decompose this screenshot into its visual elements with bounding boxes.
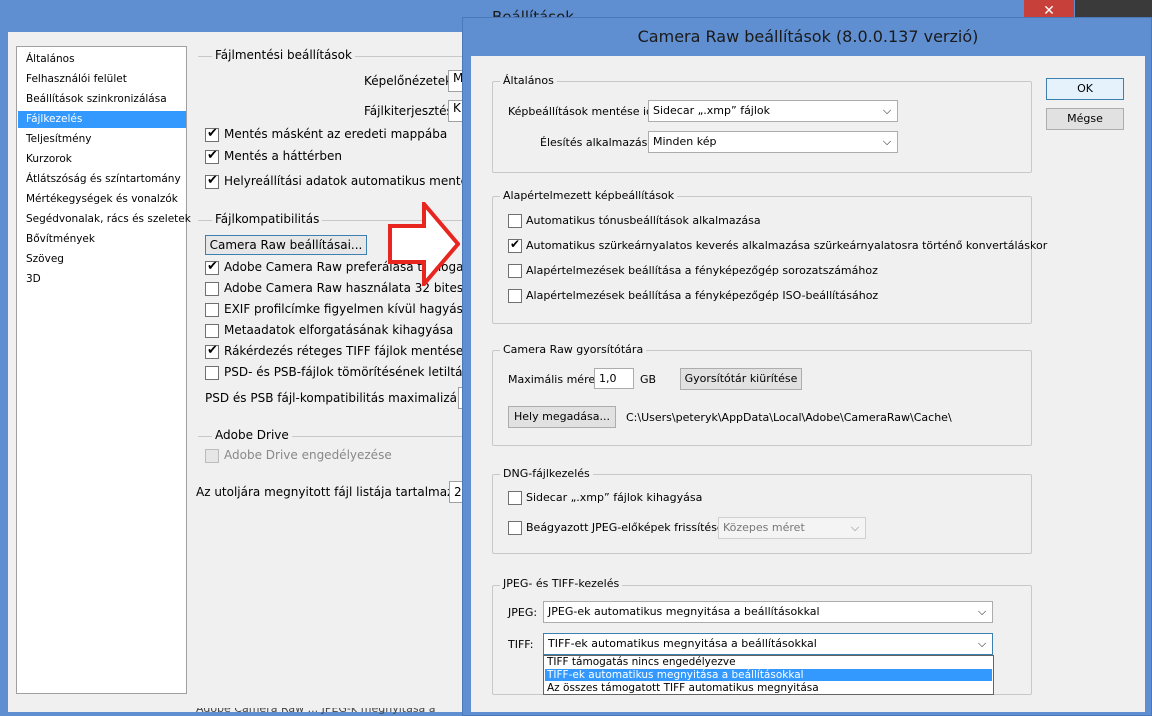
- defaults-legend: Alapértelmezett képbeállítások: [500, 189, 678, 202]
- save-background-checkbox[interactable]: [205, 148, 219, 164]
- category-item-selected[interactable]: Fájlkezelés: [18, 111, 186, 128]
- recent-files-label: Az utoljára megnyitott fájl listája tart…: [196, 485, 479, 499]
- ok-button[interactable]: OK: [1046, 78, 1124, 100]
- tiff-option[interactable]: Az összes támogatott TIFF automatikus me…: [545, 682, 992, 694]
- adobe-drive-label: Adobe Drive engedélyezése: [224, 448, 392, 462]
- cache-legend: Camera Raw gyorsítótára: [500, 343, 647, 356]
- ask-layered-tiff-label: Rákérdezés réteges TIFF fájlok mentése e…: [224, 344, 462, 358]
- tiff-handling-select[interactable]: TIFF-ek automatikus megnyitása a beállít…: [543, 633, 993, 655]
- chevron-down-icon: ⌵: [977, 637, 987, 650]
- category-item[interactable]: Szöveg: [18, 251, 186, 268]
- auto-grayscale-checkbox[interactable]: [508, 237, 522, 253]
- category-item[interactable]: Mértékegységek és vonalzók: [18, 191, 186, 208]
- chevron-down-icon: ⌵: [882, 135, 892, 148]
- jpeg-tiff-legend: JPEG- és TIFF-kezelés: [500, 577, 623, 590]
- category-item[interactable]: Kurzorok: [18, 151, 186, 168]
- maximize-compat-label: PSD és PSB fájl-kompatibilitás maximaliz…: [205, 391, 486, 405]
- general-legend: Általános: [500, 74, 557, 87]
- ignore-rotation-label: Metaadatok elforgatásának kihagyása: [224, 323, 454, 337]
- category-item[interactable]: Felhasználói felület: [18, 71, 186, 88]
- file-save-legend: Fájlmentési beállítások: [212, 48, 355, 62]
- category-list: Általános Felhasználói felület Beállítás…: [16, 46, 191, 694]
- category-item[interactable]: 3D: [18, 271, 186, 288]
- chevron-down-icon: ⌵: [977, 605, 987, 618]
- adobe-drive-checkbox[interactable]: [205, 449, 219, 463]
- camera-iso-checkbox[interactable]: [508, 289, 522, 303]
- ignore-sidecar-checkbox[interactable]: [508, 491, 522, 505]
- tiff-option-selected[interactable]: TIFF-ek automatikus megnyitása a beállít…: [545, 669, 992, 681]
- tiff-option[interactable]: TIFF támogatás nincs engedélyezve: [545, 656, 992, 668]
- save-original-folder-checkbox[interactable]: [205, 126, 219, 142]
- update-jpeg-previews-checkbox[interactable]: [508, 521, 522, 535]
- category-item[interactable]: Általános: [18, 51, 186, 68]
- dialog-title: Camera Raw beállítások (8.0.0.137 verzió…: [637, 27, 979, 46]
- max-size-input[interactable]: 1,0: [594, 368, 634, 389]
- dng-group: [492, 474, 1032, 554]
- save-original-folder-label: Mentés másként az eredeti mappába: [224, 127, 448, 141]
- select-location-button[interactable]: Hely megadása...: [508, 406, 616, 428]
- save-settings-label: Képbeállítások mentése ide:: [508, 105, 664, 118]
- save-background-label: Mentés a háttérben: [224, 149, 342, 163]
- red-arrow-icon: [388, 202, 460, 286]
- ignore-sidecar-label: Sidecar „.xmp” fájlok kihagyása: [526, 491, 703, 504]
- purge-cache-button[interactable]: Gyorsítótár kiürítése: [680, 368, 802, 390]
- save-settings-select[interactable]: Sidecar „.xmp” fájlok ⌵: [648, 100, 898, 122]
- cache-path: C:\Users\peteryk\AppData\Local\Adobe\Cam…: [626, 411, 952, 424]
- jpeg-label: JPEG:: [508, 606, 538, 619]
- tiff-options-dropdown: TIFF támogatás nincs engedélyezve TIFF-e…: [543, 655, 994, 695]
- dng-legend: DNG-fájlkezelés: [500, 467, 593, 480]
- camera-serial-checkbox[interactable]: [508, 264, 522, 278]
- category-item[interactable]: Segédvonalak, rács és szeletek: [18, 211, 191, 228]
- sharpen-label: Élesítés alkalmazása:: [540, 136, 658, 149]
- tiff-label: TIFF:: [508, 638, 534, 651]
- ignore-exif-label: EXIF profilcímke figyelmen kívül hagyása: [224, 302, 471, 316]
- prefer-acr-checkbox[interactable]: [205, 259, 219, 275]
- category-item[interactable]: Teljesítmény: [18, 131, 186, 148]
- cancel-button[interactable]: Mégse: [1046, 108, 1124, 130]
- preview-size-select[interactable]: Közepes méret ⌵: [718, 517, 866, 539]
- auto-tone-label: Automatikus tónusbeállítások alkalmazása: [526, 214, 761, 227]
- chevron-down-icon: ⌵: [882, 104, 892, 117]
- preview-label: Képelőnézetek:: [364, 74, 457, 88]
- auto-recovery-checkbox[interactable]: [205, 173, 219, 189]
- category-item[interactable]: Bővítmények: [18, 231, 186, 248]
- extension-label: Fájlkiterjesztés:: [364, 104, 457, 118]
- auto-grayscale-label: Automatikus szürkeárnyalatos keverés alk…: [526, 239, 1048, 252]
- auto-tone-checkbox[interactable]: [508, 214, 522, 228]
- disable-compression-checkbox[interactable]: [205, 366, 219, 380]
- update-jpeg-previews-label: Beágyazott JPEG-előképek frissítése:: [526, 521, 728, 534]
- ignore-exif-checkbox[interactable]: [205, 303, 219, 317]
- sharpen-select[interactable]: Minden kép ⌵: [648, 131, 898, 153]
- general-group: [492, 81, 1032, 173]
- cache-group: [492, 350, 1032, 446]
- auto-recovery-label: Helyreállítási adatok automatikus mentés…: [224, 174, 462, 188]
- camera-raw-settings-button[interactable]: Camera Raw beállításai...: [205, 235, 367, 255]
- acr-32bit-checkbox[interactable]: [205, 282, 219, 296]
- ask-layered-tiff-checkbox[interactable]: [205, 343, 219, 359]
- max-size-label: Maximális méret:: [508, 373, 604, 386]
- camera-iso-label: Alapértelmezések beállítása a fényképező…: [526, 289, 879, 302]
- size-unit: GB: [640, 373, 657, 386]
- adobe-drive-legend: Adobe Drive: [212, 428, 292, 442]
- chevron-down-icon: ⌵: [850, 521, 860, 534]
- disable-compression-label: PSD- és PSB-fájlok tömörítésének letiltá…: [224, 365, 477, 379]
- compat-legend: Fájlkompatibilitás: [212, 212, 323, 226]
- jpeg-handling-select[interactable]: JPEG-ek automatikus megnyitása a beállít…: [543, 601, 993, 623]
- category-item[interactable]: Átlátszóság és színtartomány: [18, 171, 186, 188]
- cut-off-text: Adobe Camera Raw ... JPEG-k megnyitása a…: [196, 708, 436, 716]
- ignore-rotation-checkbox[interactable]: [205, 324, 219, 338]
- camera-serial-label: Alapértelmezések beállítása a fényképező…: [526, 264, 878, 277]
- category-item[interactable]: Beállítások szinkronizálása: [18, 91, 186, 108]
